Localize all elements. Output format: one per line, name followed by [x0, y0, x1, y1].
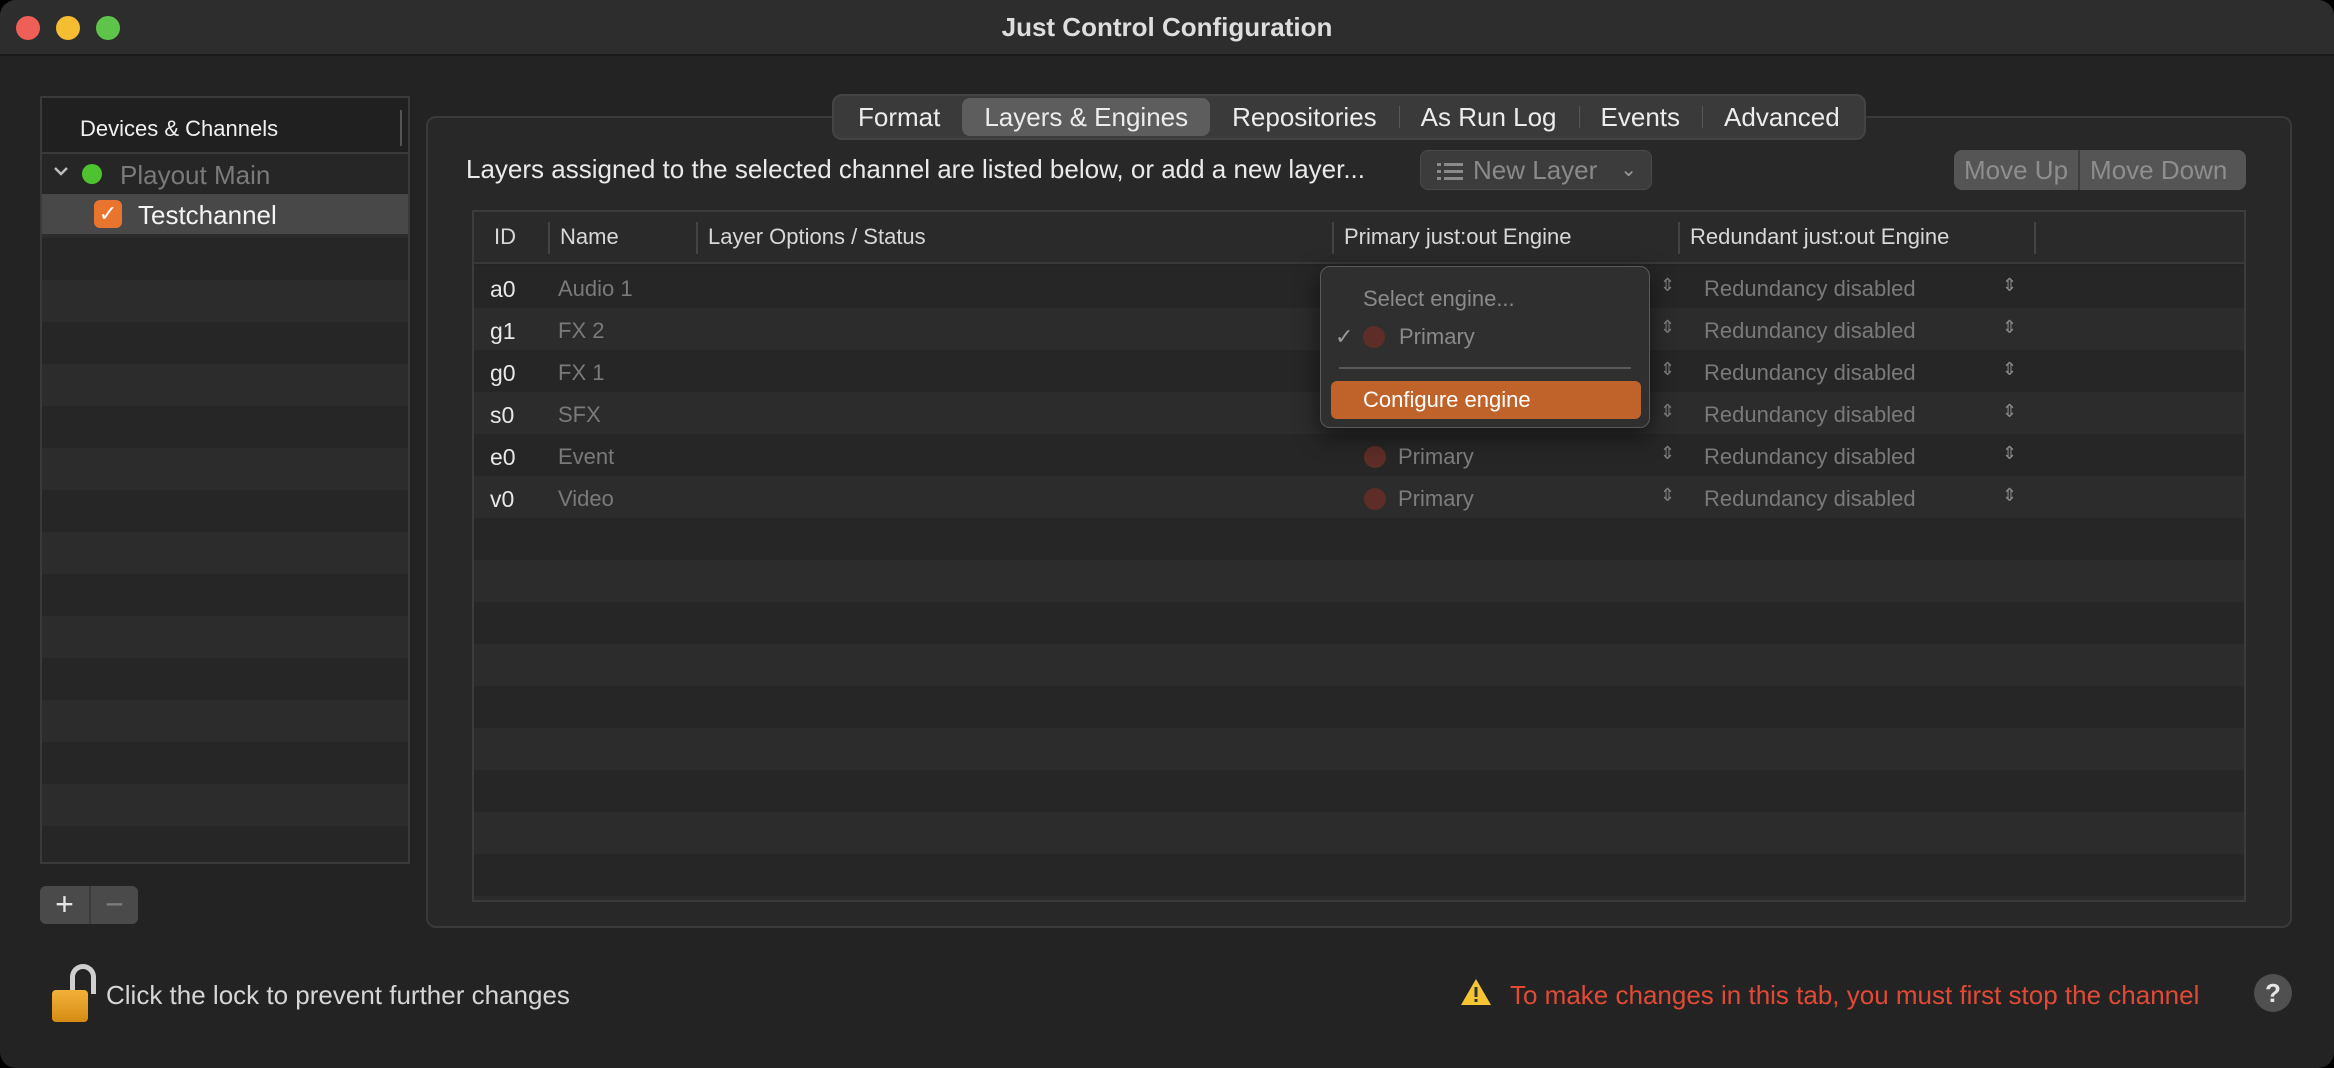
menu-item-configure-engine[interactable]: Configure engine [1331, 381, 1641, 419]
tab-as-run-log[interactable]: As Run Log [1398, 98, 1579, 136]
stepper-icon[interactable]: ⇕ [1660, 359, 1675, 380]
stepper-icon[interactable]: ⇕ [1660, 275, 1675, 296]
add-channel-button[interactable]: + [40, 886, 89, 924]
add-remove-control: + − [40, 886, 138, 924]
tab-layers-engines[interactable]: Layers & Engines [962, 98, 1211, 136]
engine-status-dot [1363, 326, 1385, 348]
menu-separator [1339, 367, 1631, 369]
device-status-dot [82, 164, 102, 184]
stepper-icon[interactable]: ⇕ [2002, 485, 2017, 506]
move-up-button[interactable]: Move Up [1954, 150, 2078, 190]
sidebar-list: Playout Main ✓ Testchannel [42, 154, 408, 862]
layer-name: SFX [558, 402, 601, 427]
redundant-engine-select[interactable]: Redundancy disabled [1704, 276, 1916, 302]
column-header-name[interactable]: Name [560, 224, 619, 250]
column-divider[interactable] [2034, 222, 2036, 254]
stepper-icon[interactable]: ⇕ [2002, 359, 2017, 380]
lock-icon[interactable] [50, 964, 98, 1024]
checkmark-icon: ✓ [1335, 324, 1354, 349]
layer-id: a0 [490, 276, 516, 302]
new-layer-label: New Layer [1473, 155, 1598, 185]
layer-id: g1 [490, 318, 516, 344]
redundant-engine-select[interactable]: Redundancy disabled [1704, 444, 1916, 470]
app-window: Just Control Configuration Devices & Cha… [0, 0, 2334, 1068]
layer-name: Video [558, 486, 614, 511]
tab-events[interactable]: Events [1578, 98, 1703, 136]
layer-name: FX 1 [558, 360, 605, 385]
warning-text: To make changes in this tab, you must fi… [1510, 980, 2200, 1010]
column-divider[interactable] [696, 222, 698, 254]
sidebar-header: Devices & Channels [42, 98, 408, 154]
primary-engine-label: Primary [1398, 486, 1474, 511]
column-header-options[interactable]: Layer Options / Status [708, 224, 926, 250]
engine-dropdown-menu: Select engine... ✓ Primary Configure engi… [1320, 266, 1650, 428]
new-layer-button[interactable]: New Layer ⌄ [1420, 150, 1652, 190]
menu-item-primary[interactable]: ✓ Primary [1321, 319, 1649, 355]
tab-format[interactable]: Format [836, 98, 962, 136]
sidebar-item-device[interactable]: Playout Main [42, 154, 408, 194]
tab-bar: Format Layers & Engines Repositories As … [832, 94, 1866, 140]
redundant-engine-select[interactable]: Redundancy disabled [1704, 318, 1916, 344]
tab-advanced[interactable]: Advanced [1702, 98, 1862, 136]
stepper-icon[interactable]: ⇕ [2002, 443, 2017, 464]
layer-id: s0 [490, 402, 515, 428]
layer-id: v0 [490, 486, 515, 512]
title-bar: Just Control Configuration [0, 0, 2334, 56]
stepper-icon[interactable]: ⇕ [1660, 485, 1675, 506]
list-icon [1437, 163, 1463, 181]
device-label: Playout Main [120, 160, 271, 190]
lock-hint-text: Click the lock to prevent further change… [106, 980, 570, 1010]
window-title: Just Control Configuration [1001, 12, 1333, 42]
primary-engine-select[interactable]: Primary [1364, 486, 1474, 512]
stepper-icon[interactable]: ⇕ [2002, 401, 2017, 422]
engine-status-dot [1364, 446, 1386, 468]
table-row[interactable]: v0 Video Primary ⇕ Redundancy disabled ⇕ [474, 476, 2244, 518]
tab-repositories[interactable]: Repositories [1210, 98, 1399, 136]
channel-label: Testchannel [138, 200, 277, 230]
redundant-engine-select[interactable]: Redundancy disabled [1704, 360, 1916, 386]
engine-status-dot [1364, 488, 1386, 510]
table-row[interactable]: e0 Event Primary ⇕ Redundancy disabled ⇕ [474, 434, 2244, 476]
column-divider[interactable] [1332, 222, 1334, 254]
stepper-icon[interactable]: ⇕ [1660, 401, 1675, 422]
menu-item-select-engine: Select engine... [1363, 286, 1515, 311]
sidebar-item-channel[interactable]: ✓ Testchannel [42, 194, 408, 234]
layer-name: Event [558, 444, 615, 469]
layer-name: Audio 1 [558, 276, 633, 301]
primary-engine-label: Primary [1398, 444, 1474, 469]
move-buttons: Move Up Move Down [1954, 150, 2246, 190]
column-divider[interactable] [1678, 222, 1680, 254]
help-button[interactable]: ? [2254, 974, 2292, 1012]
remove-channel-button[interactable]: − [89, 886, 138, 924]
layer-name: FX 2 [558, 318, 605, 343]
column-header-redundant[interactable]: Redundant just:out Engine [1690, 224, 1949, 250]
move-down-button[interactable]: Move Down [2078, 150, 2237, 190]
stepper-icon[interactable]: ⇕ [1660, 443, 1675, 464]
stepper-icon[interactable]: ⇕ [2002, 275, 2017, 296]
layer-id: g0 [490, 360, 516, 386]
devices-channels-sidebar: Devices & Channels Playout Main ✓ Testch… [40, 96, 410, 864]
layers-info-text: Layers assigned to the selected channel … [466, 154, 1366, 184]
channel-checkbox[interactable]: ✓ [94, 200, 122, 228]
warning-icon [1461, 979, 1491, 1005]
table-header: ID Name Layer Options / Status Primary j… [474, 212, 2244, 264]
primary-engine-select[interactable]: Primary [1364, 444, 1474, 470]
layer-id: e0 [490, 444, 516, 470]
stepper-icon[interactable]: ⇕ [2002, 317, 2017, 338]
column-divider[interactable] [548, 222, 550, 254]
column-header-primary[interactable]: Primary just:out Engine [1344, 224, 1571, 250]
redundant-engine-select[interactable]: Redundancy disabled [1704, 486, 1916, 512]
chevron-down-icon: ⌄ [1620, 159, 1637, 181]
menu-item-primary-label: Primary [1399, 324, 1475, 349]
stepper-icon[interactable]: ⇕ [1660, 317, 1675, 338]
redundant-engine-select[interactable]: Redundancy disabled [1704, 402, 1916, 428]
column-header-id[interactable]: ID [494, 224, 516, 250]
chevron-down-icon[interactable] [52, 162, 74, 184]
lock-body [52, 990, 88, 1022]
